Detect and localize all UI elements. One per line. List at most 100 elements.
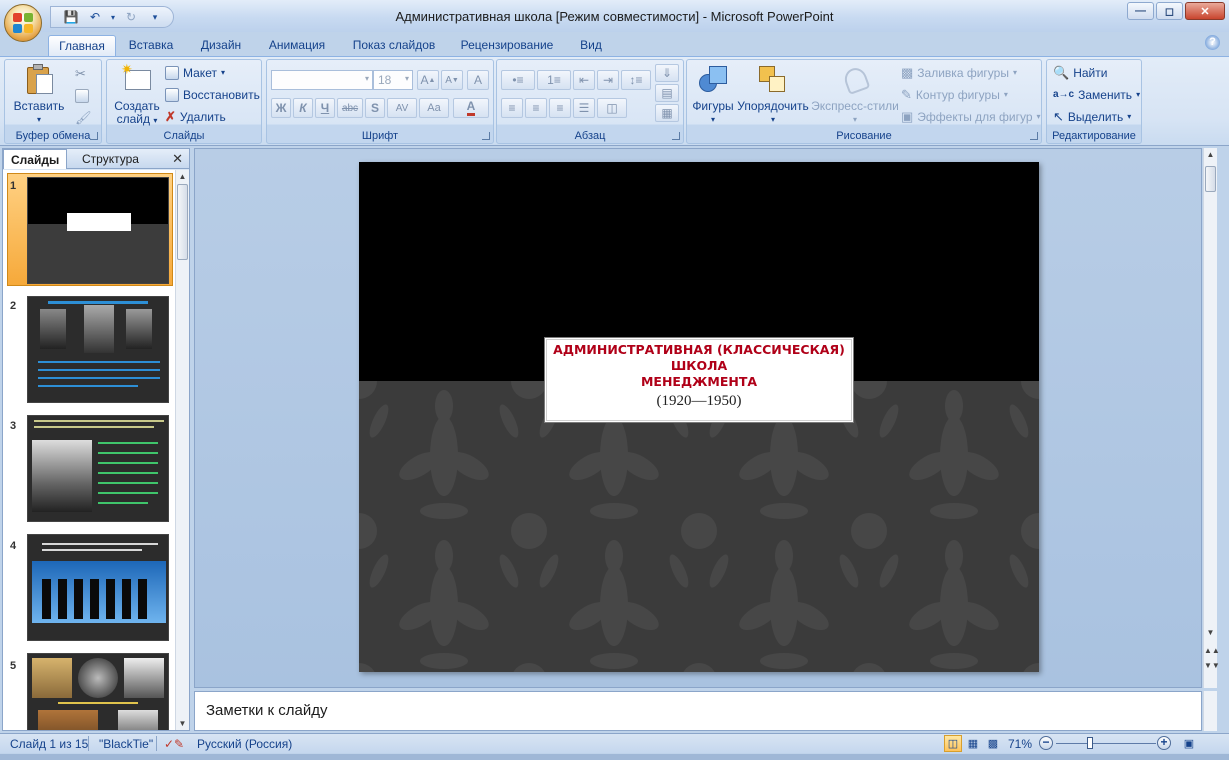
paste-dropdown-icon[interactable]: ▾ bbox=[11, 113, 67, 126]
align-text-icon: ▤ bbox=[661, 86, 673, 100]
slide-thumbnail-1[interactable] bbox=[27, 177, 169, 284]
slide-title-placeholder[interactable]: АДМИНИСТРАТИВНАЯ (КЛАССИЧЕСКАЯ) ШКОЛА МЕ… bbox=[544, 337, 854, 423]
current-slide[interactable]: АДМИНИСТРАТИВНАЯ (КЛАССИЧЕСКАЯ) ШКОЛА МЕ… bbox=[359, 162, 1039, 672]
tab-design[interactable]: Дизайн bbox=[188, 35, 254, 56]
tab-insert[interactable]: Вставка bbox=[120, 35, 182, 56]
notes-pane[interactable]: Заметки к слайду bbox=[194, 691, 1202, 731]
normal-view-button[interactable]: ◫ bbox=[944, 735, 962, 752]
office-button[interactable] bbox=[4, 4, 42, 42]
slide-vertical-scrollbar[interactable]: ▲ ▼ ▲▲ ▼▼ bbox=[1203, 148, 1220, 688]
group-label-slides: Слайды bbox=[163, 130, 205, 142]
decrease-indent-button[interactable]: ⇤ bbox=[573, 70, 595, 90]
scroll-thumb[interactable] bbox=[1205, 166, 1216, 192]
font-launcher-icon[interactable] bbox=[482, 132, 490, 140]
paste-button[interactable]: Вставить ▾ bbox=[11, 64, 67, 126]
quick-styles-button[interactable]: Экспресс-стили ▾ bbox=[811, 64, 899, 126]
font-name-dropdown-icon[interactable]: ▾ bbox=[365, 74, 369, 83]
tab-slide-show[interactable]: Показ слайдов bbox=[344, 35, 444, 56]
group-font: ▾ 18 ▾ A ▲ A ▼ A Ж К Ч abc S AV Aa A Шрифт bbox=[266, 59, 494, 144]
font-size-input[interactable]: 18 ▾ bbox=[373, 70, 413, 90]
layout-button[interactable]: Макет ▾ bbox=[165, 63, 225, 82]
bullets-button[interactable]: •≡ bbox=[501, 70, 535, 90]
language[interactable]: Русский (Россия) bbox=[197, 737, 292, 751]
font-name-input[interactable]: ▾ bbox=[271, 70, 373, 90]
binoculars-icon: 🔍 bbox=[1053, 64, 1070, 80]
find-button[interactable]: 🔍 Найти bbox=[1053, 63, 1107, 82]
tab-animation[interactable]: Анимация bbox=[258, 35, 336, 56]
scroll-up-icon[interactable]: ▲ bbox=[176, 170, 189, 183]
help-icon[interactable]: ? bbox=[1205, 35, 1220, 50]
bold-button[interactable]: Ж bbox=[271, 98, 291, 118]
italic-button[interactable]: К bbox=[293, 98, 313, 118]
char-spacing-button[interactable]: AV bbox=[387, 98, 417, 118]
fit-to-window-button[interactable]: ▣ bbox=[1180, 735, 1198, 752]
drawing-launcher-icon[interactable] bbox=[1030, 132, 1038, 140]
slide-sorter-view-button[interactable]: ▦ bbox=[964, 735, 982, 752]
format-painter-icon[interactable]: 🖌 bbox=[75, 108, 92, 127]
font-color-button[interactable]: A bbox=[453, 98, 489, 118]
scroll-thumb[interactable] bbox=[177, 184, 188, 260]
replace-button[interactable]: a→c Заменить ▾ bbox=[1053, 85, 1140, 104]
slide-thumbnail-3[interactable] bbox=[27, 415, 169, 522]
new-slide-dropdown-icon[interactable]: ▾ bbox=[153, 116, 157, 125]
strikethrough-button[interactable]: abc bbox=[337, 98, 363, 118]
change-case-button[interactable]: Aa bbox=[419, 98, 449, 118]
slide-show-view-button[interactable]: ▩ bbox=[984, 735, 1002, 752]
shadow-button[interactable]: S bbox=[365, 98, 385, 118]
smartart-button[interactable]: ▦ bbox=[655, 104, 679, 122]
thumbnail-scrollbar[interactable]: ▲ ▼ bbox=[175, 170, 189, 730]
columns-button[interactable]: ◫ bbox=[597, 98, 627, 118]
arrange-button[interactable]: Упорядочить ▾ bbox=[737, 64, 809, 126]
scroll-down-icon[interactable]: ▼ bbox=[1204, 626, 1217, 639]
notes-scrollbar[interactable] bbox=[1203, 691, 1217, 731]
shapes-button[interactable]: Фигуры ▾ bbox=[691, 64, 735, 126]
zoom-in-icon[interactable]: + bbox=[1157, 736, 1171, 750]
underline-button[interactable]: Ч bbox=[315, 98, 335, 118]
slide-thumbnail-5[interactable] bbox=[27, 653, 169, 730]
align-text-button[interactable]: ▤ bbox=[655, 84, 679, 102]
zoom-level[interactable]: 71% bbox=[1008, 737, 1032, 751]
shape-effects-button[interactable]: ▣ Эффекты для фигур ▾ bbox=[901, 107, 1041, 126]
next-slide-icon[interactable]: ▼▼ bbox=[1204, 659, 1220, 672]
tab-outline-panel[interactable]: Структура bbox=[75, 149, 146, 169]
slide-thumbnail-4[interactable] bbox=[27, 534, 169, 641]
zoom-slider-track[interactable] bbox=[1056, 743, 1156, 744]
scroll-down-icon[interactable]: ▼ bbox=[176, 717, 189, 730]
align-left-button[interactable]: ≡ bbox=[501, 98, 523, 118]
minimize-button[interactable]: — bbox=[1127, 2, 1154, 20]
tab-view[interactable]: Вид bbox=[570, 35, 612, 56]
close-panel-icon[interactable]: ✕ bbox=[172, 151, 183, 167]
shape-outline-button[interactable]: ✎ Контур фигуры ▾ bbox=[901, 85, 1008, 104]
delete-slide-button[interactable]: ✗ Удалить bbox=[165, 107, 226, 126]
reset-button[interactable]: Восстановить bbox=[165, 85, 260, 104]
maximize-button[interactable]: ◻ bbox=[1156, 2, 1183, 20]
spell-check-icon[interactable]: ✓✎ bbox=[164, 737, 184, 751]
grow-font-button[interactable]: A ▲ bbox=[417, 70, 439, 90]
copy-icon[interactable] bbox=[75, 86, 89, 105]
increase-indent-button[interactable]: ⇥ bbox=[597, 70, 619, 90]
text-direction-button[interactable]: ⇓ bbox=[655, 64, 679, 82]
previous-slide-icon[interactable]: ▲▲ bbox=[1204, 644, 1220, 657]
clipboard-launcher-icon[interactable] bbox=[90, 132, 98, 140]
font-size-dropdown-icon[interactable]: ▾ bbox=[405, 74, 409, 83]
paragraph-launcher-icon[interactable] bbox=[672, 132, 680, 140]
shrink-font-button[interactable]: A ▼ bbox=[441, 70, 463, 90]
align-right-button[interactable]: ≡ bbox=[549, 98, 571, 118]
select-button[interactable]: ↖ Выделить ▾ bbox=[1053, 107, 1131, 126]
new-slide-button[interactable]: ✷ Создать слайд ▾ bbox=[111, 62, 163, 127]
numbering-button[interactable]: 1≡ bbox=[537, 70, 571, 90]
slide-thumbnail-2[interactable] bbox=[27, 296, 169, 403]
cut-icon[interactable]: ✂ bbox=[75, 64, 86, 83]
scroll-up-icon[interactable]: ▲ bbox=[1204, 148, 1217, 161]
close-button[interactable]: ✕ bbox=[1185, 2, 1225, 20]
tab-review[interactable]: Рецензирование bbox=[452, 35, 562, 56]
shape-fill-button[interactable]: ▩ Заливка фигуры ▾ bbox=[901, 63, 1017, 82]
zoom-slider-thumb[interactable] bbox=[1087, 737, 1093, 749]
tab-home[interactable]: Главная bbox=[48, 35, 116, 56]
justify-button[interactable]: ☰ bbox=[573, 98, 595, 118]
tab-slides-panel[interactable]: Слайды bbox=[3, 149, 68, 169]
zoom-out-icon[interactable]: − bbox=[1039, 736, 1053, 750]
line-spacing-button[interactable]: ↕≡ bbox=[621, 70, 651, 90]
align-center-button[interactable]: ≡ bbox=[525, 98, 547, 118]
clear-formatting-button[interactable]: A bbox=[467, 70, 489, 90]
